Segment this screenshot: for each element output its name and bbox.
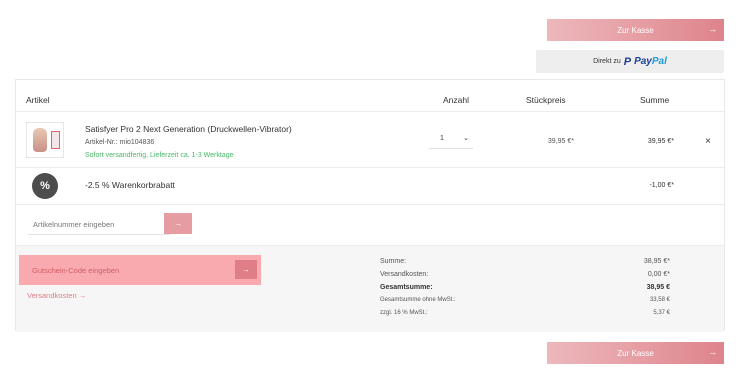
arrow-right-icon: → <box>242 265 250 274</box>
product-thumbnail[interactable] <box>26 122 64 158</box>
voucher-submit-button[interactable]: → <box>235 260 257 279</box>
cart-table: Artikel Anzahl Stückpreis Summe Satisfye… <box>15 79 725 332</box>
unit-price: 39,95 €* <box>547 138 574 145</box>
paypal-prefix: Direkt zu <box>593 58 621 65</box>
header-total: Summe <box>640 95 670 105</box>
quantity-select[interactable]: 1 ⌄ <box>429 131 473 149</box>
article-number-input[interactable] <box>28 215 170 235</box>
arrow-right-icon: → <box>708 24 717 34</box>
close-icon[interactable]: × <box>705 136 711 147</box>
header-unit-price: Stückpreis <box>526 95 566 105</box>
cart-summary: Gutschein-Code eingeben → Versandkosten … <box>16 245 724 332</box>
quantity-value: 1 <box>440 135 444 142</box>
discount-amount: -1,00 €* <box>649 182 674 189</box>
product-title[interactable]: Satisfyer Pro 2 Next Generation (Druckwe… <box>85 124 292 134</box>
checkout-label: Zur Kasse <box>617 348 654 358</box>
arrow-right-icon: → <box>174 219 182 228</box>
shipping-costs-link[interactable]: Versandkosten → <box>27 291 86 300</box>
voucher-toggle[interactable]: Gutschein-Code eingeben → <box>19 255 261 285</box>
cart-header: Artikel Anzahl Stückpreis Summe <box>16 80 724 112</box>
product-sku: Artikel-Nr.: mio104836 <box>85 139 155 146</box>
discount-label: -2.5 % Warenkorbrabatt <box>85 180 175 190</box>
add-article-form: → <box>16 205 724 245</box>
discount-row: % -2.5 % Warenkorbrabatt -1,00 €* <box>16 168 724 205</box>
delivery-status: Sofort versandfertig, Lieferzeit ca. 1-3… <box>85 152 234 159</box>
percent-icon: % <box>32 173 58 199</box>
chevron-down-icon: ⌄ <box>463 135 469 142</box>
arrow-right-icon: → <box>708 347 717 357</box>
header-quantity: Anzahl <box>443 95 469 105</box>
paypal-wordmark: PayPal <box>634 56 667 67</box>
paypal-logo-icon: P <box>623 55 632 68</box>
header-article: Artikel <box>26 95 50 105</box>
checkout-label: Zur Kasse <box>617 25 654 35</box>
checkout-button-bottom[interactable]: Zur Kasse → <box>547 342 724 364</box>
line-total: 39,95 €* <box>647 138 674 145</box>
checkout-button-top[interactable]: Zur Kasse → <box>547 19 724 41</box>
voucher-label: Gutschein-Code eingeben <box>32 266 120 275</box>
paypal-express-button[interactable]: Direkt zu P PayPal <box>536 50 724 73</box>
add-article-button[interactable]: → <box>164 213 192 234</box>
cart-item-row: Satisfyer Pro 2 Next Generation (Druckwe… <box>16 112 724 168</box>
